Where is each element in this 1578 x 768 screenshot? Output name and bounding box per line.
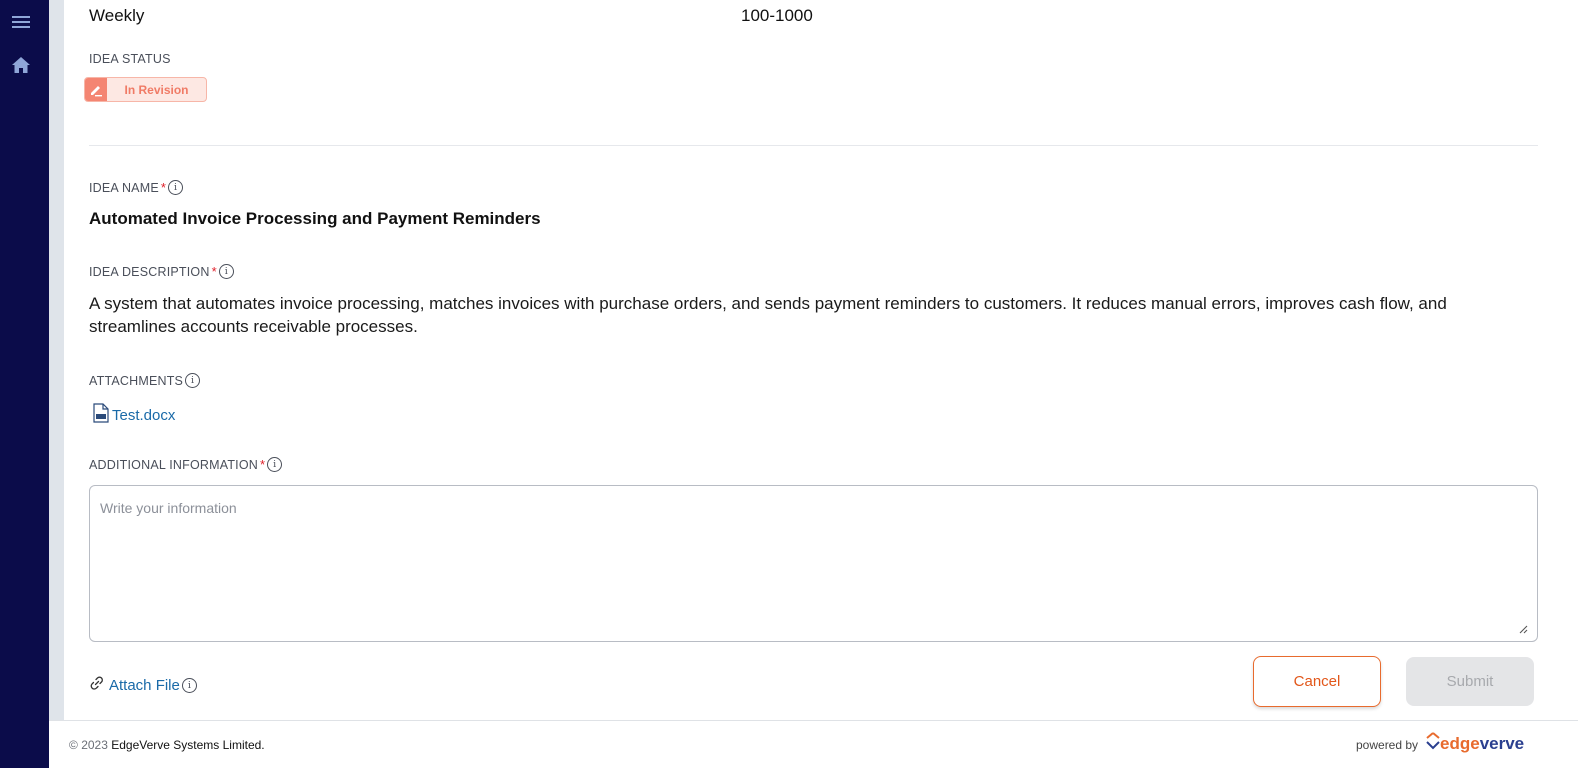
additional-info-textarea[interactable] (89, 485, 1538, 642)
info-icon[interactable]: i (168, 180, 184, 195)
edgeverve-logo: edge verve (1426, 732, 1524, 755)
sidebar (0, 0, 49, 768)
paperclip-link-icon (89, 675, 105, 696)
content-gutter (49, 0, 64, 724)
volume-value: 100-1000 (741, 6, 813, 25)
idea-description-value: A system that automates invoice processi… (89, 294, 1447, 336)
status-value: In Revision (124, 82, 189, 97)
idea-description-label: IDEA DESCRIPTION * i (89, 264, 234, 279)
hamburger-menu-icon[interactable] (10, 11, 32, 33)
copyright-text: © 2023 EdgeVerve Systems Limited. (69, 738, 265, 752)
resize-grip-icon[interactable] (1518, 621, 1528, 634)
footer: © 2023 EdgeVerve Systems Limited. powere… (49, 720, 1578, 768)
idea-detail-form: Weekly 100-1000 IDEA STATUS In Revision … (64, 0, 1578, 724)
section-divider (89, 145, 1538, 146)
attachment-name[interactable]: Test.docx (112, 407, 175, 424)
required-marker: * (260, 457, 266, 472)
frequency-value: Weekly (89, 6, 145, 25)
idea-status-label: IDEA STATUS (89, 52, 171, 66)
required-marker: * (160, 180, 167, 195)
additional-info-label: ADDITIONAL INFORMATION * i (89, 457, 283, 472)
info-icon[interactable]: i (267, 457, 283, 472)
submit-button[interactable]: Submit (1406, 657, 1534, 706)
edgeverve-logo-icon (1426, 732, 1440, 755)
cancel-button[interactable]: Cancel (1253, 656, 1381, 707)
idea-name-value: Automated Invoice Processing and Payment… (89, 209, 541, 228)
attach-file-button[interactable]: Attach File i (89, 675, 197, 696)
attachments-label: ATTACHMENTS i (89, 373, 201, 388)
info-icon[interactable]: i (185, 373, 201, 388)
idea-name-label: IDEA NAME * i (89, 180, 184, 195)
info-icon[interactable]: i (218, 264, 234, 279)
edit-pen-icon (85, 78, 107, 101)
required-marker: * (211, 264, 217, 279)
attachment-link[interactable]: Test.docx (93, 403, 175, 428)
attach-file-label[interactable]: Attach File (109, 677, 180, 694)
powered-by-text: powered by (1356, 738, 1419, 752)
document-file-icon (93, 403, 109, 428)
home-icon[interactable] (10, 54, 32, 76)
status-badge: In Revision (84, 77, 207, 102)
info-icon[interactable]: i (181, 678, 197, 693)
